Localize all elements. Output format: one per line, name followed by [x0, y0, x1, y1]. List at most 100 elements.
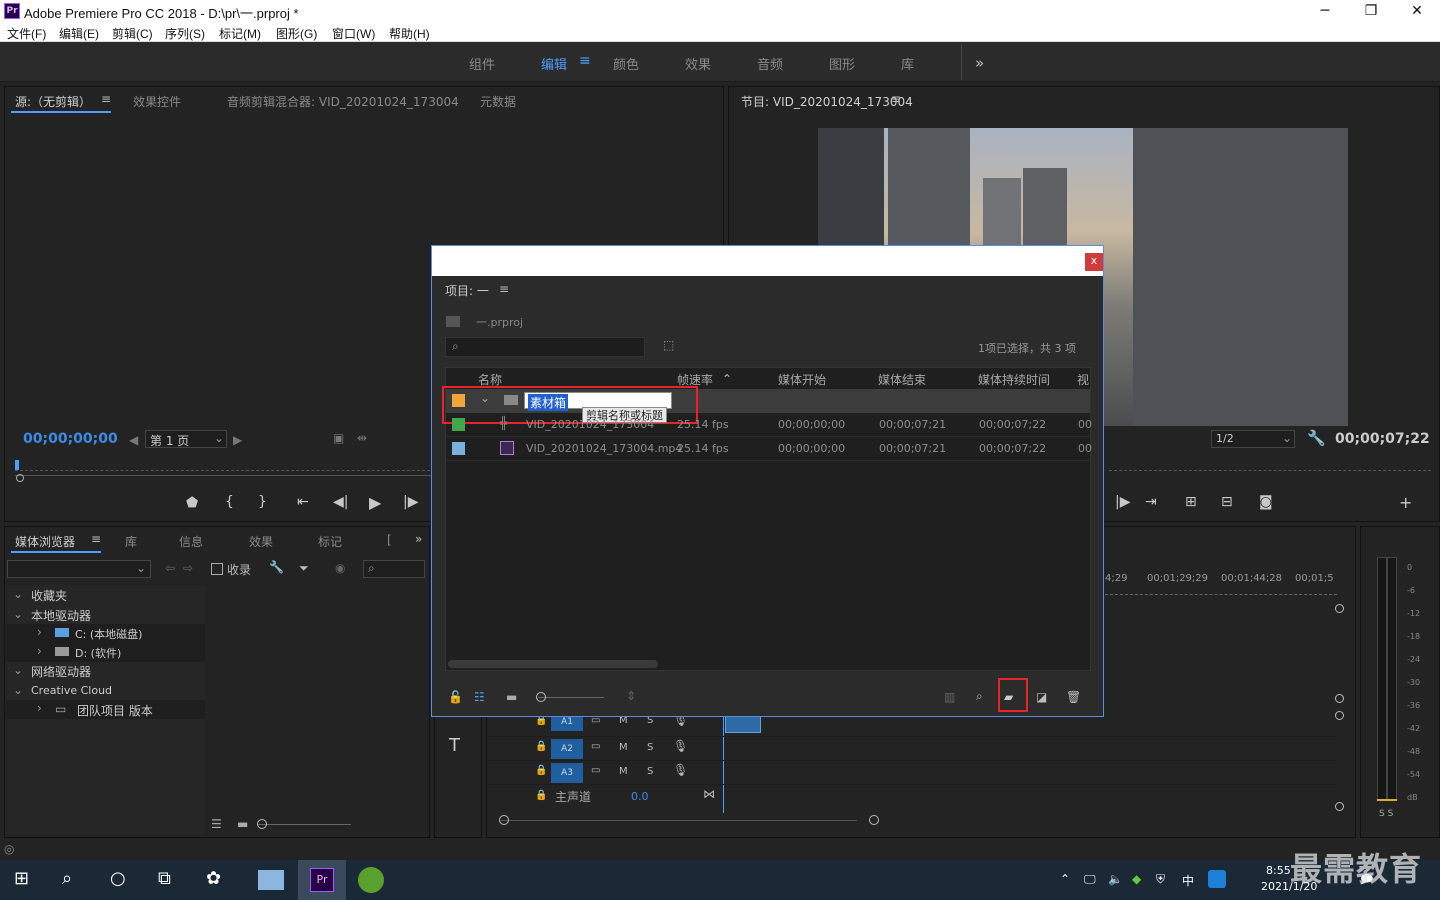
export-frame-icon[interactable]: ⇹ — [357, 431, 367, 445]
zoom-handle-left[interactable] — [16, 474, 24, 482]
search-input[interactable]: ⌕ — [363, 560, 425, 578]
source-timecode[interactable]: 00;00;00;00 — [23, 431, 118, 447]
tab-media-browser[interactable]: 媒体浏览器 — [15, 533, 75, 550]
lock-icon[interactable]: 🔒 — [535, 790, 547, 801]
scroll-handle[interactable] — [1335, 694, 1344, 703]
column-header-media-start[interactable]: 媒体开始 — [778, 371, 826, 388]
microphone-icon[interactable]: 🎙 — [673, 739, 688, 753]
prev-page-icon[interactable]: ◀ — [129, 433, 138, 447]
workspace-assembly[interactable]: 组件 — [469, 54, 495, 73]
page-select[interactable]: 第 1 页 ⌄ — [145, 430, 227, 448]
camera-icon[interactable]: ◙ — [1259, 494, 1273, 510]
chevron-down-icon[interactable]: ⌄ — [13, 683, 23, 697]
chevron-down-icon[interactable]: ⌄ — [13, 607, 23, 621]
workspace-audio[interactable]: 音频 — [757, 54, 783, 73]
chevron-right-icon[interactable]: › — [37, 625, 42, 639]
lock-icon[interactable]: 🔓 — [448, 690, 463, 704]
source-playhead[interactable] — [15, 460, 19, 470]
extract-icon[interactable]: ⊟ — [1221, 494, 1233, 510]
tree-row-d[interactable]: › D: (软件) — [7, 643, 205, 662]
tab-source[interactable]: 源:（无剪辑） — [15, 93, 91, 110]
column-header-media-end[interactable]: 媒体结束 — [878, 371, 926, 388]
add-marker-icon[interactable]: ⬟ — [186, 495, 198, 511]
safe-margin-icon[interactable]: ▣ — [333, 431, 344, 445]
tree-network-drives[interactable]: 网络驱动器 — [31, 663, 91, 680]
chevron-down-icon[interactable]: ⌄ — [13, 663, 23, 677]
tab-libraries[interactable]: 库 — [125, 533, 137, 550]
project-panel-title[interactable]: 项目: 一 — [445, 282, 489, 299]
automate-to-sequence-icon[interactable]: ▥ — [944, 690, 955, 704]
column-header-video[interactable]: 视 — [1077, 371, 1089, 388]
menu-graphics[interactable]: 图形(G) — [276, 25, 317, 42]
maximize-button[interactable]: ❐ — [1348, 0, 1394, 22]
go-to-end-icon[interactable]: ⋈ — [703, 787, 715, 801]
panel-menu-icon[interactable]: ≡ — [499, 282, 509, 296]
clip-label-color[interactable] — [452, 442, 465, 455]
sort-ascending-icon[interactable]: ⌃ — [722, 372, 732, 386]
lock-icon[interactable]: 🔒 — [535, 765, 547, 776]
tree-row-team[interactable]: › ▭ 团队项目 版本 — [7, 700, 205, 719]
zoom-slider-handle[interactable] — [536, 692, 546, 702]
source-zoom-bar[interactable] — [15, 475, 435, 476]
mute-button[interactable]: M — [619, 742, 628, 753]
volume-icon[interactable]: 🔈 — [1108, 872, 1123, 886]
status-icon[interactable]: ◎ — [4, 842, 14, 856]
solo-button[interactable]: S — [647, 742, 653, 753]
search-icon[interactable]: ⌕ — [62, 868, 72, 889]
close-button[interactable]: ✕ — [1394, 0, 1440, 22]
sort-icon[interactable]: ⇕ — [626, 689, 636, 703]
project-row[interactable]: ╬ VID_20201024_173004 25.14 fps 00;00;00… — [446, 413, 1092, 437]
cortana-icon[interactable]: ○ — [110, 868, 126, 889]
dialog-close-button[interactable]: x — [1085, 253, 1103, 271]
tab-info[interactable]: 信息 — [179, 533, 203, 550]
list-view-icon[interactable]: ☰ — [211, 817, 222, 831]
ime-indicator[interactable]: 中 — [1182, 872, 1194, 889]
go-to-in-icon[interactable]: ⇤ — [297, 494, 309, 510]
app-green-icon[interactable] — [358, 867, 384, 893]
type-tool-icon[interactable]: T — [449, 735, 460, 756]
tab-effects[interactable]: 效果 — [249, 533, 273, 550]
go-to-out-icon[interactable]: ⇥ — [1145, 494, 1157, 510]
solo-buttons[interactable]: S S — [1379, 809, 1393, 819]
panel-menu-icon[interactable]: ≡ — [101, 92, 111, 106]
tree-creative-cloud[interactable]: Creative Cloud — [31, 684, 112, 697]
column-header-duration[interactable]: 媒体持续时间 — [978, 371, 1050, 388]
tray-chevron-icon[interactable]: ⌃ — [1060, 872, 1070, 886]
menu-file[interactable]: 文件(F) — [7, 25, 46, 42]
step-back-icon[interactable]: ◀| — [333, 494, 348, 510]
menu-edit[interactable]: 编辑(E) — [59, 25, 99, 42]
new-item-icon[interactable]: ◪ — [1036, 690, 1047, 704]
menu-window[interactable]: 窗口(W) — [332, 25, 375, 42]
trash-icon[interactable]: 🗑 — [1066, 690, 1081, 704]
tab-audio-clip-mixer[interactable]: 音频剪辑混合器: VID_20201024_173004 — [227, 93, 459, 110]
panel-menu-icon[interactable]: ≡ — [91, 532, 101, 546]
menu-marker[interactable]: 标记(M) — [219, 25, 261, 42]
more-tabs-button[interactable]: » — [415, 532, 422, 546]
play-icon[interactable]: ▶ — [369, 493, 381, 512]
forward-arrow-icon[interactable]: ⇨ — [183, 561, 193, 575]
chevron-right-icon[interactable]: › — [37, 701, 42, 715]
mark-in-icon[interactable]: { — [225, 494, 234, 510]
master-volume-value[interactable]: 0.0 — [631, 790, 649, 803]
app-notebook-icon[interactable] — [258, 870, 284, 890]
workspace-more-button[interactable]: » — [975, 54, 984, 72]
list-view-icon[interactable]: ☷ — [474, 690, 485, 704]
filter-icon[interactable]: ⏷ — [299, 561, 309, 576]
workspace-effects[interactable]: 效果 — [685, 54, 711, 73]
mute-button[interactable]: M — [619, 766, 628, 777]
chevron-right-icon[interactable]: › — [37, 644, 42, 658]
new-search-bin-icon[interactable]: ⬚ — [663, 338, 674, 352]
workspace-color[interactable]: 颜色 — [613, 54, 639, 73]
program-title[interactable]: 节目: VID_20201024_173004 — [741, 93, 913, 110]
timeline-ruler[interactable] — [1105, 589, 1337, 595]
program-ruler[interactable] — [1109, 463, 1431, 471]
tab-markers[interactable]: 标记 — [318, 533, 342, 550]
lock-icon[interactable]: 🔒 — [535, 741, 547, 752]
qq-icon[interactable] — [1208, 870, 1226, 888]
nvidia-icon[interactable]: ◆ — [1132, 872, 1141, 886]
tab-metadata[interactable]: 元数据 — [480, 93, 516, 110]
step-forward-icon[interactable]: |▶ — [1115, 494, 1130, 510]
chevron-down-icon[interactable]: ⌄ — [13, 587, 23, 601]
solo-button[interactable]: S — [647, 766, 653, 777]
project-row[interactable]: VID_20201024_173004.mp4 25.14 fps 00;00;… — [446, 437, 1092, 461]
